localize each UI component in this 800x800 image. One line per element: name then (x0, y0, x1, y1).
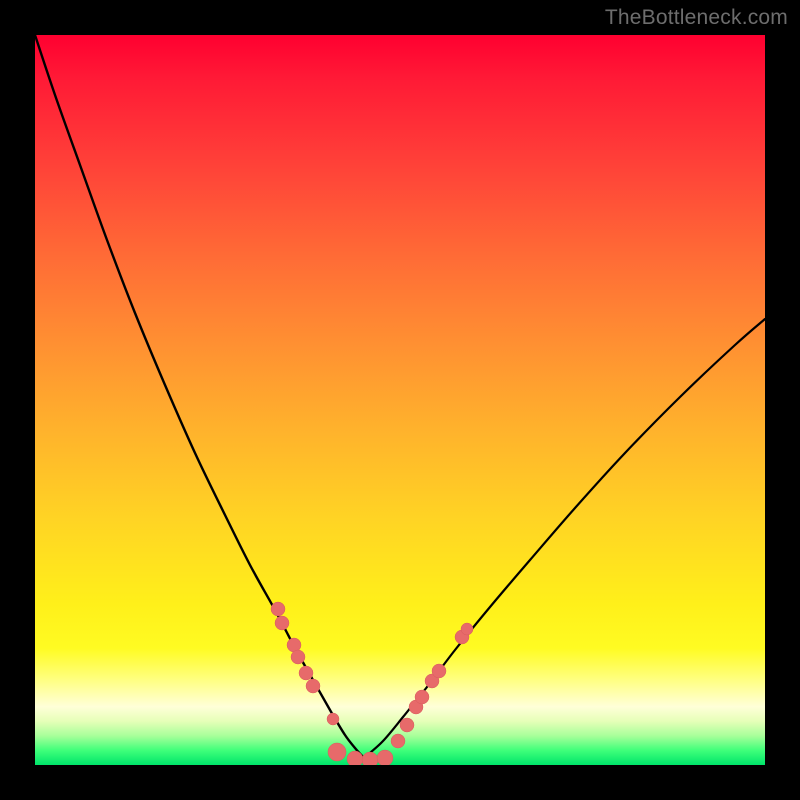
data-marker (362, 752, 378, 765)
data-marker (328, 743, 346, 761)
chart-svg (35, 35, 765, 765)
chart-frame: TheBottleneck.com (0, 0, 800, 800)
data-marker (291, 650, 305, 664)
data-marker (400, 718, 414, 732)
data-marker (299, 666, 313, 680)
data-marker (461, 623, 473, 635)
marker-layer (271, 602, 473, 765)
left-curve (35, 35, 363, 757)
data-marker (432, 664, 446, 678)
data-marker (347, 751, 363, 765)
data-marker (391, 734, 405, 748)
plot-area (35, 35, 765, 765)
watermark-text: TheBottleneck.com (605, 6, 788, 30)
data-marker (275, 616, 289, 630)
curve-layer (35, 35, 765, 757)
data-marker (327, 713, 339, 725)
data-marker (306, 679, 320, 693)
data-marker (271, 602, 285, 616)
data-marker (415, 690, 429, 704)
data-marker (377, 750, 393, 765)
